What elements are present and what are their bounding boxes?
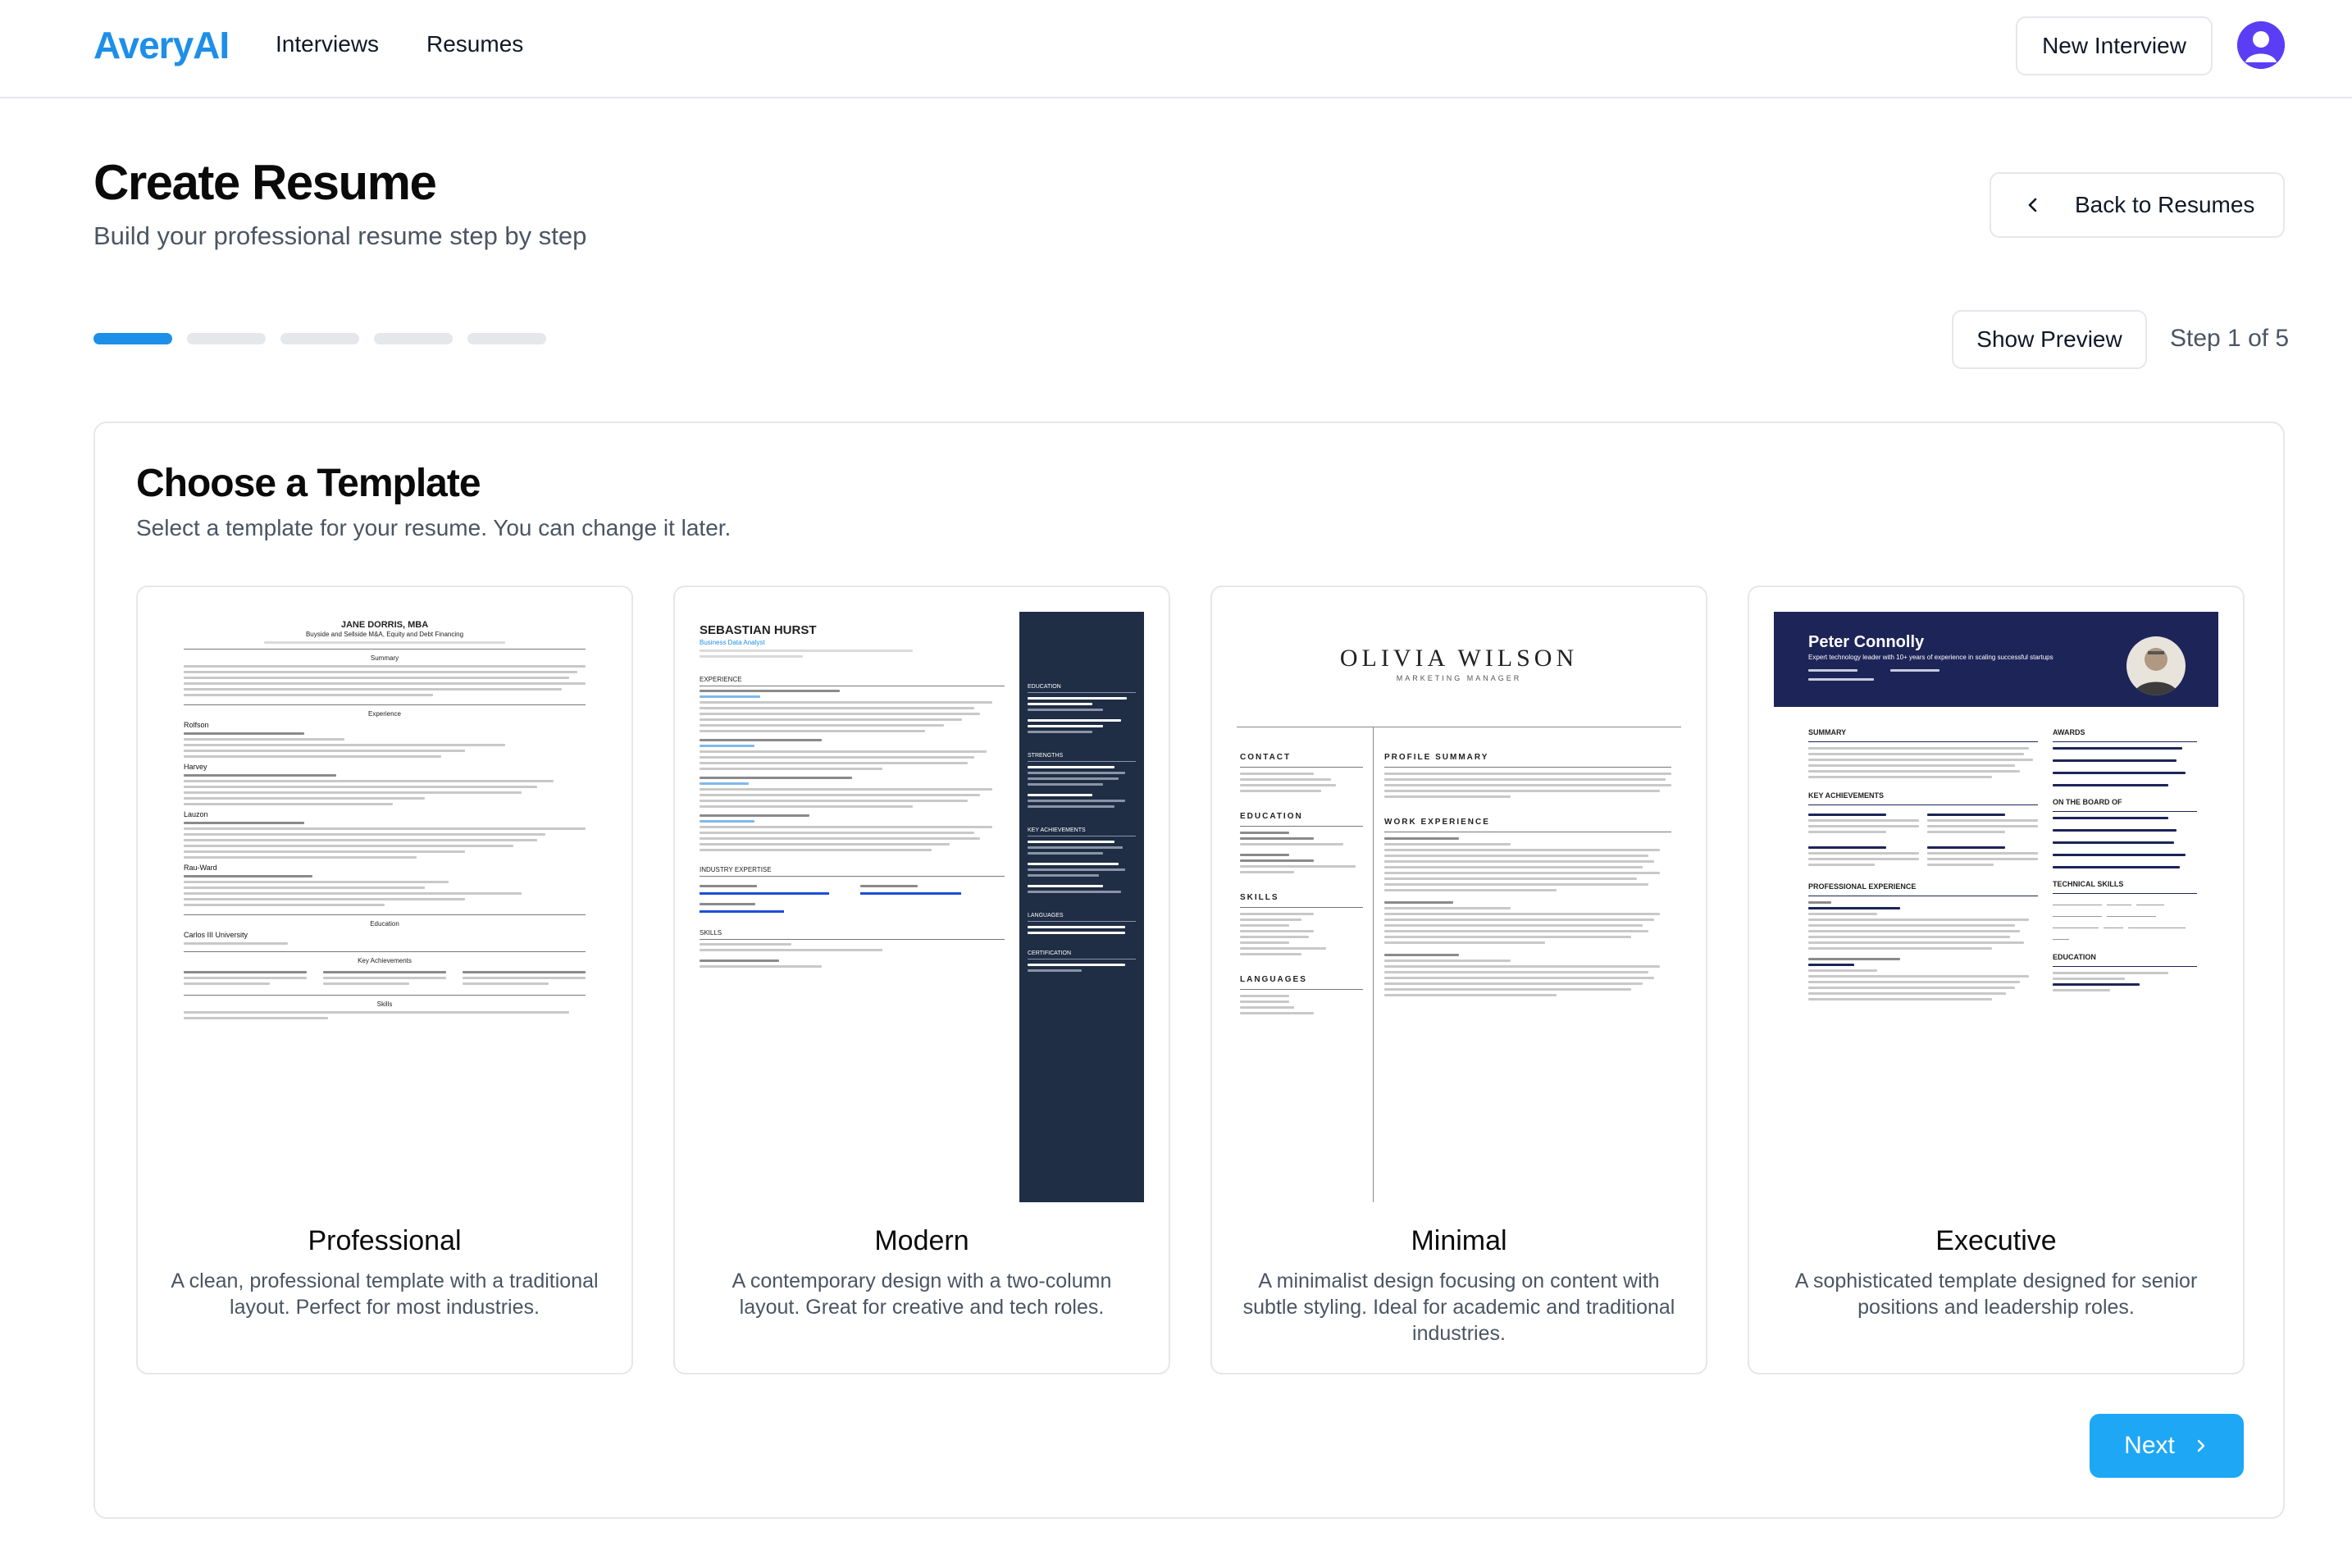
preview-employer: Rau-Ward (184, 864, 217, 872)
preview-section: LANGUAGES (1240, 975, 1307, 984)
preview-name: OLIVIA WILSON (1339, 645, 1579, 672)
template-option-executive[interactable]: Peter Connolly Expert technology leader … (1748, 586, 2245, 1374)
preview-section: TECHNICAL SKILLS (2053, 880, 2124, 888)
chevron-left-icon (2028, 198, 2037, 212)
next-button[interactable]: Next (2090, 1414, 2244, 1478)
preview-section: INDUSTRY EXPERTISE (700, 866, 772, 873)
template-name: Modern (874, 1225, 969, 1256)
preview-section: WORK EXPERIENCE (1384, 818, 1490, 827)
preview-section: Experience (367, 710, 402, 718)
page-title: Create Resume (93, 155, 437, 210)
next-button-label: Next (2124, 1432, 2175, 1459)
template-preview-executive: Peter Connolly Expert technology leader … (1774, 612, 2218, 1202)
preview-section: PROFILE SUMMARY (1384, 753, 1489, 762)
card-subtitle: Select a template for your resume. You c… (136, 515, 732, 540)
step-indicator: Step 1 of 5 (2170, 325, 2290, 352)
preview-section: Key Achievements (358, 957, 412, 964)
preview-section: SKILLS (700, 929, 722, 937)
preview-role: Business Data Analyst (700, 639, 765, 646)
preview-role: MARKETING MANAGER (1396, 674, 1522, 682)
preview-section: EDUCATION (1240, 812, 1303, 821)
template-description: A clean, professional template with a tr… (171, 1269, 599, 1319)
preview-section: EXPERIENCE (700, 676, 742, 683)
preview-side-section: EDUCATION (1028, 684, 1061, 690)
preview-section: Summary (370, 654, 399, 662)
preview-side-section: CERTIFICATION (1028, 950, 1072, 956)
preview-section: EDUCATION (2053, 953, 2096, 961)
preview-employer: Harvey (184, 763, 207, 771)
preview-section: SKILLS (1240, 893, 1279, 902)
template-preview-professional: JANE DORRIS, MBA Buyside and Sellside M&… (162, 612, 607, 1202)
preview-school: Carlos III University (184, 931, 248, 939)
preview-sidebar: EDUCATION STRENGTHS KEY ACHIEVEMENTS LAN… (1019, 612, 1144, 1202)
template-description: A minimalist design focusing on content … (1242, 1269, 1675, 1345)
template-name: Executive (1935, 1225, 2057, 1256)
progress-step-3 (280, 333, 359, 344)
preview-employer: Lauzon (184, 810, 208, 818)
progress-step-1 (93, 333, 172, 344)
back-to-resumes-label: Back to Resumes (2075, 192, 2255, 217)
preview-header-band: Peter Connolly Expert technology leader … (1774, 612, 2218, 707)
user-silhouette-icon (2237, 21, 2285, 69)
preview-side-section: KEY ACHIEVEMENTS (1028, 827, 1086, 833)
new-interview-button[interactable]: New Interview (2016, 16, 2213, 75)
preview-section: CONTACT (1240, 753, 1292, 762)
progress-step-5 (467, 333, 546, 344)
template-option-minimal[interactable]: OLIVIA WILSON MARKETING MANAGER CONTACT … (1210, 586, 1707, 1374)
template-preview-minimal: OLIVIA WILSON MARKETING MANAGER CONTACT … (1237, 612, 1681, 1202)
preview-headline: Buyside and Sellside M&A, Equity and Deb… (305, 631, 464, 638)
profile-photo-icon (2126, 636, 2186, 695)
top-nav-bar: AveryAI Interviews Resumes New Interview (0, 0, 2352, 98)
template-name: Professional (308, 1225, 462, 1256)
preview-section: PROFESSIONAL EXPERIENCE (1808, 882, 1917, 891)
preview-section: AWARDS (2053, 728, 2085, 736)
template-option-modern[interactable]: SEBASTIAN HURST Business Data Analyst EX… (673, 586, 1170, 1374)
preview-headline: Expert technology leader with 10+ years … (1808, 654, 2053, 661)
preview-employer: Rolfson (184, 721, 209, 729)
preview-section: ON THE BOARD OF (2053, 798, 2122, 806)
back-to-resumes-button[interactable]: Back to Resumes (1990, 172, 2285, 238)
preview-name: SEBASTIAN HURST (700, 623, 817, 637)
template-selection-card: Choose a Template Select a template for … (93, 422, 2285, 1519)
preview-section: KEY ACHIEVEMENTS (1808, 791, 1885, 800)
show-preview-button[interactable]: Show Preview (1952, 310, 2147, 369)
template-description: A sophisticated template designed for se… (1794, 1269, 2198, 1319)
template-option-professional[interactable]: JANE DORRIS, MBA Buyside and Sellside M&… (136, 586, 633, 1374)
preview-side-section: STRENGTHS (1028, 753, 1064, 759)
chevron-right-icon (2197, 1439, 2205, 1452)
step-progress-bar (93, 333, 546, 344)
preview-section: SUMMARY (1808, 728, 1847, 736)
brand-logo[interactable]: AveryAI (93, 23, 230, 67)
nav-resumes[interactable]: Resumes (426, 31, 523, 57)
progress-step-2 (187, 333, 266, 344)
page-subtitle: Build your professional resume step by s… (93, 221, 587, 250)
template-description: A contemporary design with a two-column … (732, 1269, 1112, 1319)
preview-section: Skills (376, 1001, 393, 1008)
preview-name: JANE DORRIS, MBA (340, 620, 429, 630)
user-avatar-icon[interactable] (2237, 21, 2285, 69)
preview-side-section: LANGUAGES (1028, 913, 1064, 918)
template-preview-modern: SEBASTIAN HURST Business Data Analyst EX… (700, 612, 1144, 1202)
preview-section: Education (370, 920, 399, 928)
card-title: Choose a Template (136, 462, 481, 505)
template-name: Minimal (1411, 1225, 1507, 1256)
progress-step-4 (374, 333, 453, 344)
nav-interviews[interactable]: Interviews (276, 31, 379, 57)
